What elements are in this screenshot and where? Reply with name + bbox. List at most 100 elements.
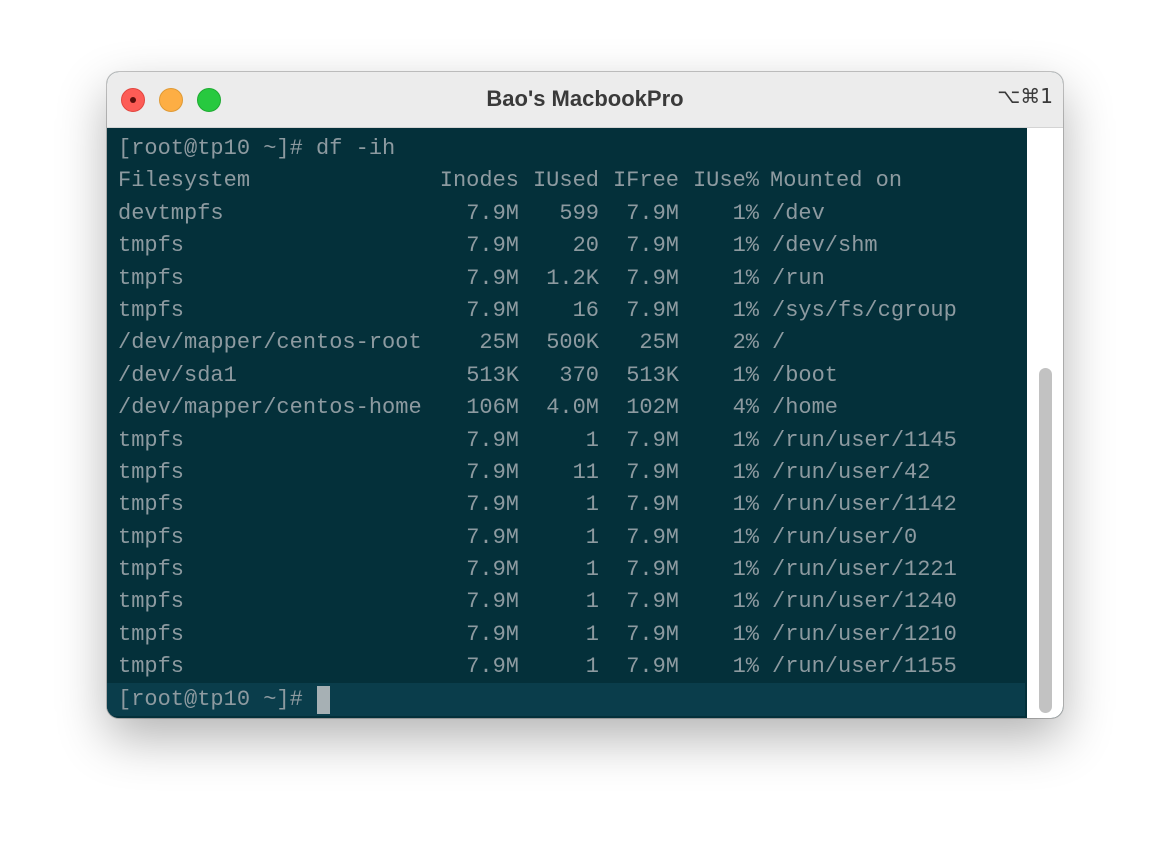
cell-inodes: 7.9M xyxy=(466,200,519,226)
cell-filesystem: devtmpfs xyxy=(118,200,224,226)
cell-mounted-on: /home xyxy=(772,395,839,421)
cell-ifree: 7.9M xyxy=(626,557,679,583)
cell-mounted-on: / xyxy=(772,330,786,356)
cell-iused: 1 xyxy=(585,427,599,453)
cell-ifree: 7.9M xyxy=(626,427,679,453)
cell-filesystem: tmpfs xyxy=(118,589,185,615)
table-row: tmpfs 7.9M 1 7.9M 1% /run/user/1240 xyxy=(118,586,1028,618)
cell-iuse-pct: 1% xyxy=(732,200,759,226)
cell-mounted-on: /run/user/1142 xyxy=(772,492,957,518)
cell-iused: 370 xyxy=(559,362,599,388)
scrollbar-thumb[interactable] xyxy=(1039,368,1052,713)
cell-iused: 1 xyxy=(585,654,599,680)
cell-ifree: 7.9M xyxy=(626,297,679,323)
cell-filesystem: /dev/mapper/centos-home xyxy=(118,395,422,421)
cell-inodes: 7.9M xyxy=(466,524,519,550)
cell-filesystem: tmpfs xyxy=(118,524,185,550)
table-row: /dev/mapper/centos-home 106M 4.0M 102M 4% /ho… xyxy=(118,392,1028,424)
cell-iuse-pct: 4% xyxy=(732,395,759,421)
header-ifree: IFree xyxy=(612,168,679,194)
cell-ifree: 7.9M xyxy=(626,589,679,615)
cell-iuse-pct: 1% xyxy=(732,524,759,550)
cell-iused: 1.2K xyxy=(546,265,599,291)
cell-filesystem: tmpfs xyxy=(118,265,185,291)
header-mounted-on: Mounted on xyxy=(770,168,903,194)
cell-mounted-on: /boot xyxy=(772,362,839,388)
cell-iuse-pct: 1% xyxy=(732,265,759,291)
cell-iused: 500K xyxy=(546,330,599,356)
cell-inodes: 7.9M xyxy=(466,621,519,647)
cell-mounted-on: /run/user/1221 xyxy=(772,557,957,583)
cell-iuse-pct: 1% xyxy=(732,557,759,583)
command-line: [root@tp10 ~]# df -ih xyxy=(118,136,396,161)
title-bar[interactable]: Bao's MacbookPro ⌥⌘1 xyxy=(107,72,1063,128)
cell-iuse-pct: 2% xyxy=(732,330,759,356)
table-row: /dev/sda1 513K 370 513K 1% /boot xyxy=(118,360,1028,392)
cell-filesystem: tmpfs xyxy=(118,297,185,323)
cell-iuse-pct: 1% xyxy=(732,492,759,518)
cell-mounted-on: /sys/fs/cgroup xyxy=(772,297,957,323)
window-title: Bao's MacbookPro xyxy=(486,86,684,111)
cell-iused: 11 xyxy=(572,459,599,485)
cell-mounted-on: /run xyxy=(772,265,825,291)
table-row: tmpfs 7.9M 16 7.9M 1% /sys/fs/cgroup xyxy=(118,295,1028,327)
cell-inodes: 7.9M xyxy=(466,492,519,518)
header-iused: IUsed xyxy=(532,168,599,194)
cell-iuse-pct: 1% xyxy=(732,621,759,647)
cell-iused: 1 xyxy=(585,557,599,583)
cell-inodes: 106M xyxy=(466,395,519,421)
shell-prompt: [root@tp10 ~]# xyxy=(118,687,303,712)
cell-inodes: 7.9M xyxy=(466,589,519,615)
cell-mounted-on: /run/user/1210 xyxy=(772,621,957,647)
text-cursor xyxy=(317,686,330,714)
cell-filesystem: tmpfs xyxy=(118,621,185,647)
cell-mounted-on: /run/user/1155 xyxy=(772,654,957,680)
table-row: tmpfs 7.9M 1.2K 7.9M 1% /run xyxy=(118,263,1028,295)
cell-iuse-pct: 1% xyxy=(732,362,759,388)
cell-inodes: 7.9M xyxy=(466,654,519,680)
table-row: tmpfs 7.9M 1 7.9M 1% /run/user/1210 xyxy=(118,619,1028,651)
cell-ifree: 25M xyxy=(639,330,679,356)
table-row: devtmpfs 7.9M 599 7.9M 1% /dev xyxy=(118,198,1028,230)
cell-filesystem: tmpfs xyxy=(118,557,185,583)
cell-ifree: 7.9M xyxy=(626,524,679,550)
cell-mounted-on: /run/user/0 xyxy=(772,524,918,550)
cell-ifree: 102M xyxy=(626,395,679,421)
cell-ifree: 7.9M xyxy=(626,654,679,680)
cell-inodes: 7.9M xyxy=(466,297,519,323)
table-header: Filesystem Inodes IUsed IFree IUse% Mounted o… xyxy=(118,165,1028,197)
cell-filesystem: tmpfs xyxy=(118,654,185,680)
table-row: tmpfs 7.9M 1 7.9M 1% /run/user/0 xyxy=(118,522,1028,554)
table-row: tmpfs 7.9M 1 7.9M 1% /run/user/1221 xyxy=(118,554,1028,586)
cell-filesystem: /dev/mapper/centos-root xyxy=(118,330,422,356)
terminal-area[interactable]: [root@tp10 ~]# df -ih Filesystem Inodes IU… xyxy=(107,128,1063,718)
window-shortcut: ⌥⌘1 xyxy=(997,84,1053,108)
cell-mounted-on: /dev xyxy=(772,200,825,226)
table-row: tmpfs 7.9M 1 7.9M 1% /run/user/1142 xyxy=(118,489,1028,521)
cell-filesystem: /dev/sda1 xyxy=(118,362,237,388)
cell-iused: 20 xyxy=(572,233,599,259)
cell-iused: 4.0M xyxy=(546,395,599,421)
cell-ifree: 7.9M xyxy=(626,621,679,647)
cell-iused: 1 xyxy=(585,492,599,518)
cell-iused: 16 xyxy=(572,297,599,323)
cell-mounted-on: /run/user/42 xyxy=(772,459,931,485)
current-line[interactable]: [root@tp10 ~]# xyxy=(107,683,1025,716)
terminal-window: Bao's MacbookPro ⌥⌘1 [root@tp10 ~]# df -… xyxy=(107,72,1063,718)
cell-iused: 1 xyxy=(585,524,599,550)
table-row: tmpfs 7.9M 1 7.9M 1% /run/user/1155 xyxy=(118,651,1028,683)
cell-inodes: 25M xyxy=(479,330,519,356)
cell-ifree: 513K xyxy=(626,362,679,388)
cell-inodes: 7.9M xyxy=(466,427,519,453)
cell-ifree: 7.9M xyxy=(626,492,679,518)
cell-mounted-on: /dev/shm xyxy=(772,233,878,259)
cell-inodes: 7.9M xyxy=(466,557,519,583)
header-inodes: Inodes xyxy=(439,168,519,194)
cell-ifree: 7.9M xyxy=(626,233,679,259)
cell-inodes: 7.9M xyxy=(466,265,519,291)
cell-ifree: 7.9M xyxy=(626,265,679,291)
table-row: tmpfs 7.9M 11 7.9M 1% /run/user/42 xyxy=(118,457,1028,489)
scrollbar-track[interactable] xyxy=(1027,128,1063,718)
cell-mounted-on: /run/user/1240 xyxy=(772,589,957,615)
cell-iuse-pct: 1% xyxy=(732,459,759,485)
